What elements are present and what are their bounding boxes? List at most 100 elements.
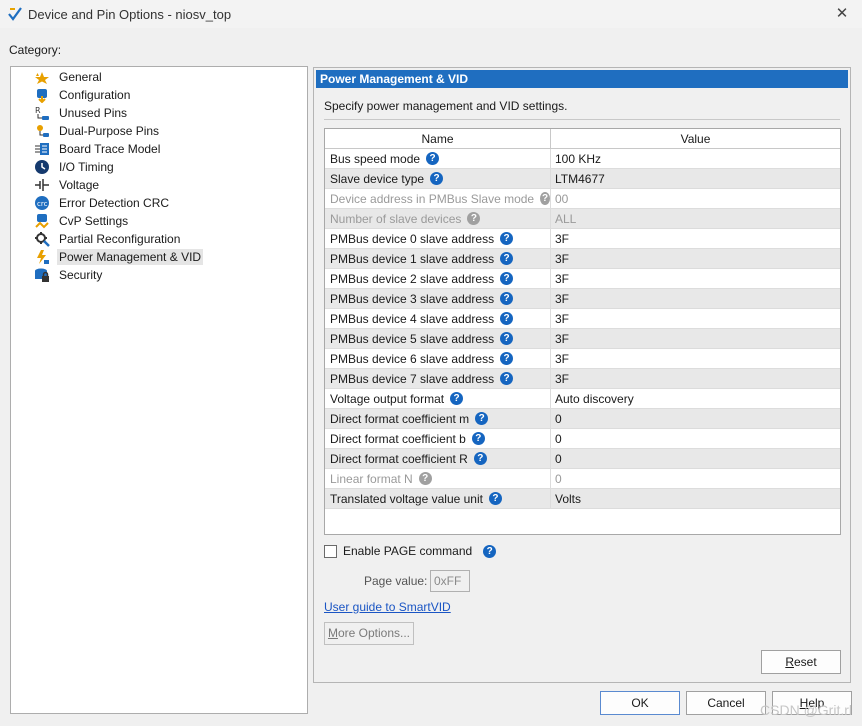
option-name: PMBus device 0 slave address (330, 231, 495, 246)
ok-button[interactable]: OK (600, 691, 680, 715)
options-grid[interactable]: Name Value Bus speed mode? 100 KHz Slave d… (324, 128, 841, 535)
table-row[interactable]: Number of slave devices? ALL (325, 209, 840, 229)
table-row[interactable]: Bus speed mode? 100 KHz (325, 149, 840, 169)
option-value[interactable]: 3F (551, 349, 840, 368)
window-title: Device and Pin Options - niosv_top (28, 6, 232, 22)
title-bar: Device and Pin Options - niosv_top ✕ (0, 0, 862, 28)
option-name-cell: Direct format coefficient b? (325, 429, 551, 448)
table-row[interactable]: Device address in PMBus Slave mode? 00 (325, 189, 840, 209)
option-value[interactable]: 3F (551, 369, 840, 388)
option-name-cell: PMBus device 4 slave address? (325, 309, 551, 328)
table-row[interactable]: Direct format coefficient b? 0 (325, 429, 840, 449)
table-row[interactable]: Direct format coefficient R? 0 (325, 449, 840, 469)
more-options-button[interactable]: More Options... (324, 622, 414, 645)
option-value[interactable]: Volts (551, 489, 840, 508)
panel-separator (324, 119, 840, 120)
tree-item-general[interactable]: General (11, 68, 104, 86)
table-row[interactable]: PMBus device 2 slave address? 3F (325, 269, 840, 289)
io-timing-icon (34, 159, 50, 175)
reset-mnemonic: R (785, 655, 794, 669)
option-value[interactable]: 100 KHz (551, 149, 840, 168)
smartvid-guide-link[interactable]: User guide to SmartVID (324, 600, 451, 614)
enable-page-label: Enable PAGE command (343, 544, 473, 558)
enable-page-checkbox[interactable] (324, 544, 337, 558)
option-value[interactable]: 3F (551, 309, 840, 328)
option-value[interactable]: Auto discovery (551, 389, 840, 408)
tree-item-unused-pins[interactable]: R Unused Pins (11, 104, 129, 122)
table-row[interactable]: PMBus device 4 slave address? 3F (325, 309, 840, 329)
tree-item-dual-purpose-pins[interactable]: Dual-Purpose Pins (11, 122, 161, 140)
option-value[interactable]: 0 (551, 449, 840, 468)
help-icon[interactable]: ? (500, 232, 514, 245)
panel-header: Power Management & VID (316, 70, 848, 88)
option-value[interactable]: 0 (551, 429, 840, 448)
table-row[interactable]: PMBus device 5 slave address? 3F (325, 329, 840, 349)
option-value[interactable]: 3F (551, 289, 840, 308)
table-row[interactable]: Slave device type? LTM4677 (325, 169, 840, 189)
option-name: PMBus device 3 slave address (330, 291, 495, 306)
table-row[interactable]: PMBus device 1 slave address? 3F (325, 249, 840, 269)
table-row[interactable]: Translated voltage value unit? Volts (325, 489, 840, 509)
help-icon[interactable]: ? (467, 212, 481, 225)
option-name-cell: Voltage output format? (325, 389, 551, 408)
panel-description: Specify power management and VID setting… (324, 99, 568, 113)
help-icon[interactable]: ? (430, 172, 444, 185)
help-icon[interactable]: ? (500, 292, 514, 305)
table-row[interactable]: Voltage output format? Auto discovery (325, 389, 840, 409)
help-icon[interactable]: ? (500, 332, 514, 345)
table-row[interactable]: Direct format coefficient m? 0 (325, 409, 840, 429)
tree-item-security[interactable]: Security (11, 266, 104, 284)
tree-item-io-timing[interactable]: I/O Timing (11, 158, 116, 176)
help-icon[interactable]: ? (500, 372, 514, 385)
option-name: PMBus device 1 slave address (330, 251, 495, 266)
enable-page-row[interactable]: Enable PAGE command ? (324, 544, 497, 558)
help-icon[interactable]: ? (500, 272, 514, 285)
option-value[interactable]: 3F (551, 329, 840, 348)
option-value[interactable]: LTM4677 (551, 169, 840, 188)
help-icon[interactable]: ? (500, 252, 514, 265)
table-row[interactable]: PMBus device 7 slave address? 3F (325, 369, 840, 389)
column-header-name[interactable]: Name (325, 129, 551, 148)
tree-item-board-trace-model[interactable]: Board Trace Model (11, 140, 162, 158)
table-row[interactable]: PMBus device 3 slave address? 3F (325, 289, 840, 309)
table-row[interactable]: PMBus device 6 slave address? 3F (325, 349, 840, 369)
tree-item-configuration[interactable]: Configuration (11, 86, 132, 104)
option-name: Direct format coefficient R (330, 451, 468, 466)
option-value[interactable]: 0 (551, 409, 840, 428)
tree-item-power-management[interactable]: Power Management & VID (11, 248, 204, 266)
page-value-input[interactable]: 0xFF (430, 570, 470, 592)
help-icon[interactable]: ? (488, 492, 502, 505)
help-icon[interactable]: ? (500, 352, 514, 365)
cancel-button[interactable]: Cancel (686, 691, 766, 715)
more-options-mnemonic: M (327, 626, 338, 640)
reset-button[interactable]: Reset (761, 650, 841, 674)
column-header-value[interactable]: Value (551, 129, 840, 148)
help-icon[interactable]: ? (500, 312, 514, 325)
tree-item-cvp-settings[interactable]: CvP Settings (11, 212, 130, 230)
close-icon[interactable]: ✕ (832, 4, 852, 24)
quartus-app-icon (8, 7, 22, 21)
option-name: PMBus device 5 slave address (330, 331, 495, 346)
help-icon[interactable]: ? (475, 412, 489, 425)
tree-item-partial-reconfiguration[interactable]: Partial Reconfiguration (11, 230, 182, 248)
more-options-label: ore Options... (337, 626, 411, 640)
help-icon[interactable]: ? (471, 432, 485, 445)
help-icon[interactable]: ? (450, 392, 464, 405)
option-name-cell: PMBus device 7 slave address? (325, 369, 551, 388)
option-value[interactable]: 3F (551, 269, 840, 288)
help-icon[interactable]: ? (426, 152, 440, 165)
help-icon[interactable]: ? (418, 472, 432, 485)
tree-item-error-detection-crc[interactable]: crc Error Detection CRC (11, 194, 171, 212)
option-name-cell: Slave device type? (325, 169, 551, 188)
option-value[interactable]: 3F (551, 249, 840, 268)
help-icon[interactable]: ? (540, 192, 550, 205)
help-icon[interactable]: ? (483, 544, 497, 558)
tree-item-voltage[interactable]: Voltage (11, 176, 101, 194)
table-row[interactable]: Linear format N? 0 (325, 469, 840, 489)
category-tree[interactable]: General Configuration R Unused Pins Dual… (10, 66, 308, 714)
option-name-cell: Bus speed mode? (325, 149, 551, 168)
security-icon (34, 267, 50, 283)
table-row[interactable]: PMBus device 0 slave address? 3F (325, 229, 840, 249)
help-icon[interactable]: ? (473, 452, 487, 465)
option-value[interactable]: 3F (551, 229, 840, 248)
